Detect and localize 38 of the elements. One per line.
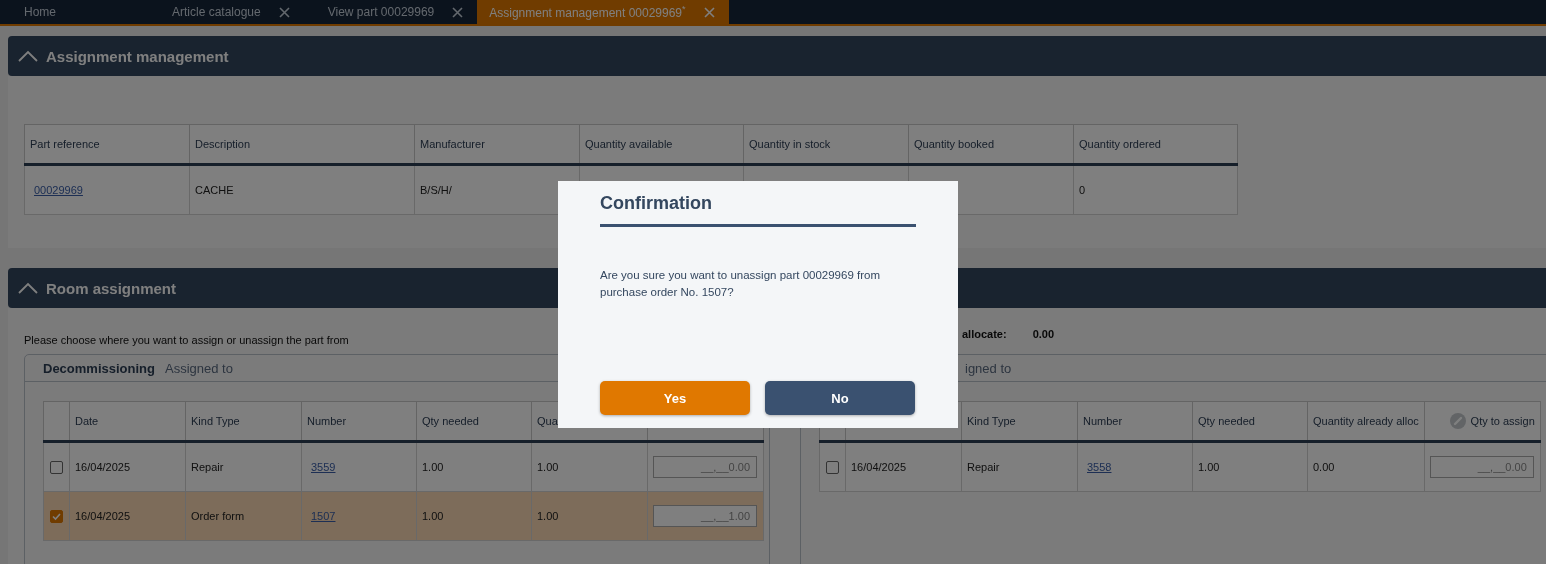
dialog-message: Are you sure you want to unassign part 00029969 from purchase order No. 1507? [600,268,881,300]
panel-title: Decommissioning [43,360,155,376]
column-header: Qty to assign [1470,415,1535,427]
table-cell: 0 [1073,164,1238,215]
column-header: Number [301,401,417,442]
dialog-title: Confirmation [600,193,916,227]
column-header: Manufacturer [414,124,580,165]
column-header: Quantity in stock [743,124,909,165]
table-cell: 1.00 [531,491,648,541]
table-cell: Order form [185,491,302,541]
column-header: Quantity booked [908,124,1074,165]
column-header: Kind Type [185,401,302,442]
allocate-label: allocate: [962,328,1007,342]
column-header: Quantity already alloc [1307,401,1425,442]
table-cell: 0.00 [1307,441,1425,492]
table-cell: 1.00 [416,441,532,492]
column-header: Quantity available [579,124,744,165]
column-header: Kind Type [961,401,1078,442]
column-header: Qty needed [1192,401,1308,442]
column-header: Number [1077,401,1193,442]
allocate-value: 0.00 [1032,328,1055,342]
table-cell: 1.00 [531,441,648,492]
table-cell: 16/04/2025 [69,441,186,492]
table-cell: 16/04/2025 [845,441,962,492]
table-cell: Repair [961,441,1078,492]
table-cell: 1.00 [1192,441,1308,492]
column-header: Quantity ordered [1073,124,1238,165]
panel-subtitle: Assigned to [164,360,233,376]
table-cell: 16/04/2025 [69,491,186,541]
table-cell: Repair [185,441,302,492]
table-cell: CACHE [189,164,415,215]
table-cell: 1.00 [416,491,532,541]
panel-subtitle: igned to [965,360,1012,376]
column-header: Qty needed [416,401,532,442]
instruction-text: Please choose where you want to assign or unassign the part from [24,333,350,346]
column-header: Description [189,124,415,165]
column-header: Date [69,401,186,442]
column-header: Part reference [24,124,190,165]
